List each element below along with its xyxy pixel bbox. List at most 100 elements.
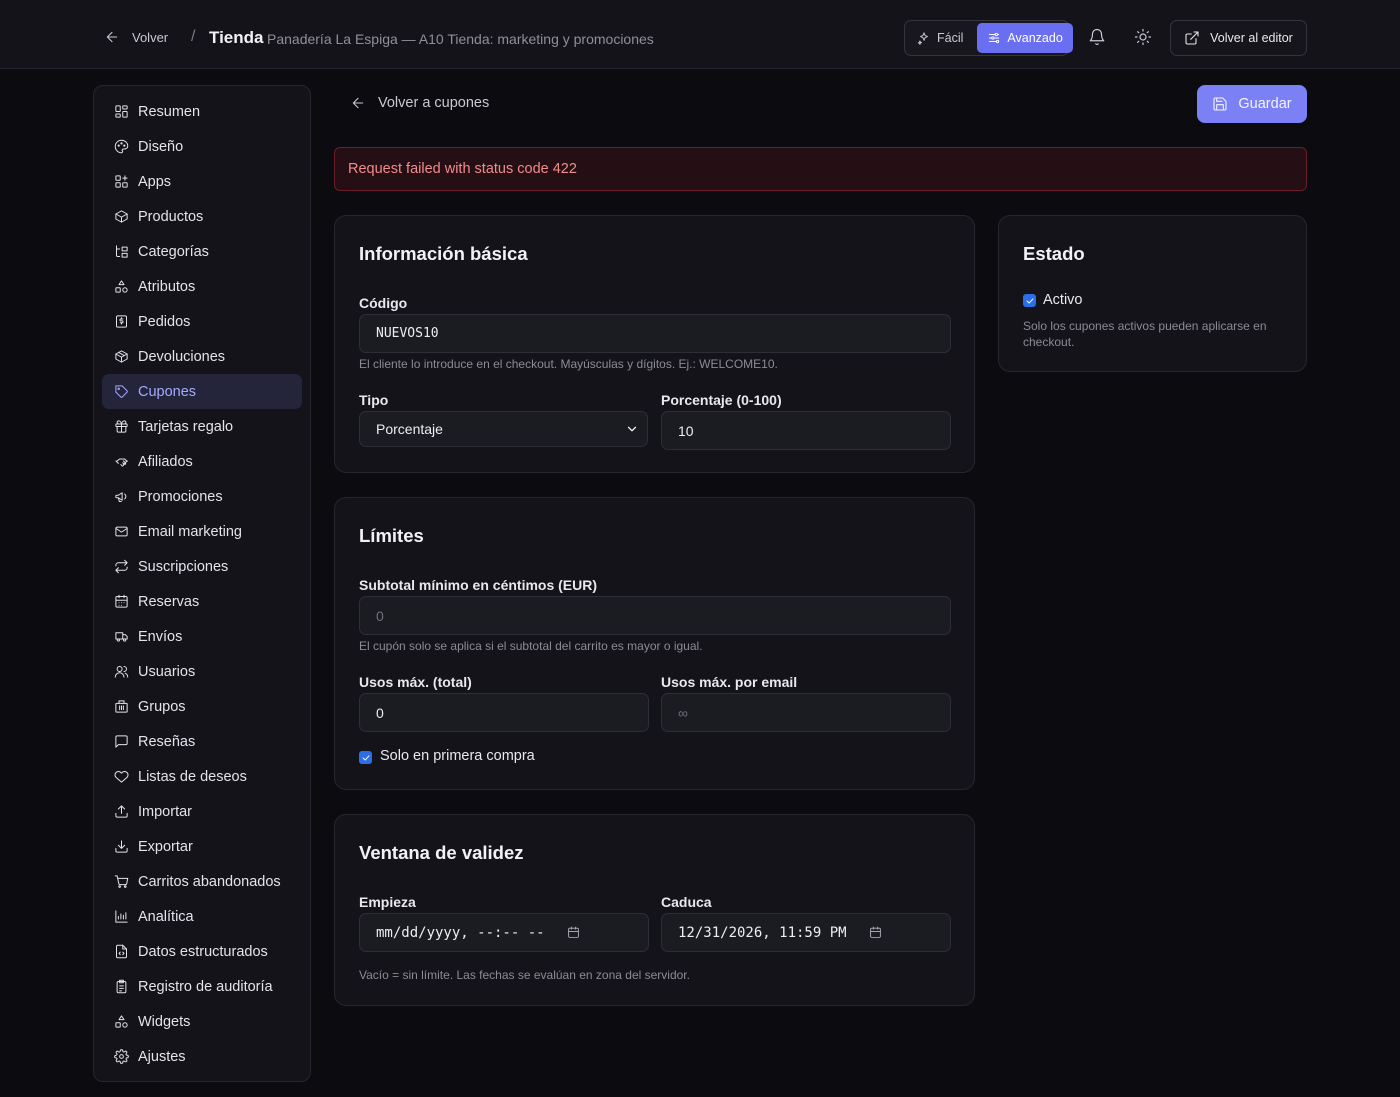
page-subtitle: Panadería La Espiga — A10 Tienda: market…: [267, 31, 654, 47]
first-purchase-label: Solo en primera compra: [380, 748, 535, 764]
sidebar-item-label: Widgets: [138, 1013, 191, 1030]
sidebar-item-label: Ajustes: [138, 1048, 186, 1065]
sidebar-item-promociones[interactable]: Promociones: [102, 479, 302, 514]
notifications-button[interactable]: [1088, 28, 1106, 46]
first-purchase-checkbox[interactable]: [359, 751, 372, 764]
max-uses-email-input[interactable]: [661, 693, 951, 732]
max-uses-email-label: Usos máx. por email: [661, 674, 798, 690]
sidebar-item-widgets[interactable]: Widgets: [102, 1004, 302, 1039]
sidebar-item-label: Envíos: [138, 628, 183, 645]
back-to-editor-label: Volver al editor: [1210, 31, 1293, 45]
start-date-input[interactable]: mm/dd/yyyy, --:-- --: [359, 913, 649, 952]
calendar-icon[interactable]: [869, 926, 882, 939]
code-input[interactable]: [359, 314, 951, 353]
sidebar-item-label: Atributos: [138, 278, 196, 295]
sidebar-item-suscripciones[interactable]: Suscripciones: [102, 549, 302, 584]
tree-icon: [116, 245, 128, 258]
chart-icon: [115, 910, 128, 923]
percent-input[interactable]: [661, 411, 951, 450]
min-subtotal-input[interactable]: [359, 596, 951, 635]
mode-easy-button[interactable]: Fácil: [907, 23, 973, 53]
sidebar-item-label: Suscripciones: [138, 558, 229, 575]
sidebar-item-atributos[interactable]: Atributos: [102, 269, 302, 304]
active-label: Activo: [1043, 292, 1083, 308]
sidebar-item-diseno[interactable]: Diseño: [102, 129, 302, 164]
sidebar-item-usuarios[interactable]: Usuarios: [102, 654, 302, 689]
widgets-icon: [115, 1015, 128, 1028]
tag-icon: [115, 385, 128, 398]
cart-icon: [114, 875, 129, 888]
sidebar-item-label: Afiliados: [138, 453, 193, 470]
mode-advanced-button[interactable]: Avanzado: [977, 23, 1073, 53]
sidebar-item-analitica[interactable]: Analítica: [102, 899, 302, 934]
sidebar-item-registro-de-auditoria[interactable]: Registro de auditoría: [102, 969, 302, 1004]
sidebar-item-categorias[interactable]: Categorías: [102, 234, 302, 269]
code-help: El cliente lo introduce en el checkout. …: [359, 357, 778, 371]
type-label: Tipo: [359, 392, 389, 408]
min-subtotal-label: Subtotal mínimo en céntimos (EUR): [359, 577, 598, 593]
sidebar-item-afiliados[interactable]: Afiliados: [102, 444, 302, 479]
active-checkbox[interactable]: [1023, 294, 1036, 307]
building-icon: [115, 700, 128, 713]
type-select[interactable]: Porcentaje: [359, 411, 648, 447]
gear-icon: [114, 1049, 129, 1064]
sidebar-item-devoluciones[interactable]: Devoluciones: [102, 339, 302, 374]
sidebar-item-apps[interactable]: Apps: [102, 164, 302, 199]
sidebar-item-label: Reseñas: [138, 733, 196, 750]
sidebar-item-tarjetas-regalo[interactable]: Tarjetas regalo: [102, 409, 302, 444]
save-icon: [1213, 97, 1227, 111]
megaphone-icon: [115, 492, 127, 502]
save-button[interactable]: Guardar: [1197, 85, 1307, 123]
back-to-coupons-label: Volver a cupones: [378, 95, 490, 111]
palette-icon: [114, 139, 129, 154]
sidebar-item-productos[interactable]: Productos: [102, 199, 302, 234]
mode-toggle: Fácil Avanzado: [904, 20, 1073, 56]
back-to-coupons-link[interactable]: Volver a cupones: [350, 95, 489, 111]
sun-icon: [1134, 28, 1152, 46]
package-return-icon: [115, 350, 128, 363]
calendar-icon[interactable]: [567, 926, 580, 939]
sidebar-item-label: Categorías: [138, 243, 209, 260]
heart-icon: [114, 770, 129, 783]
sidebar-item-datos-estructurados[interactable]: Datos estructurados: [102, 934, 302, 969]
sidebar-item-label: Resumen: [138, 103, 201, 120]
sidebar-item-cupones[interactable]: Cupones: [102, 374, 302, 409]
sidebar-list: Resumen Diseño Apps Productos Categorías Atri…: [102, 94, 302, 1074]
code-label: Código: [359, 295, 408, 311]
sidebar-item-reservas[interactable]: Reservas: [102, 584, 302, 619]
sidebar-item-label: Carritos abandonados: [138, 873, 281, 890]
sidebar-item-ajustes[interactable]: Ajustes: [102, 1039, 302, 1074]
basic-info-card: Información básica Código El cliente lo …: [334, 215, 975, 473]
sidebar-item-carritos-abandonados[interactable]: Carritos abandonados: [102, 864, 302, 899]
error-banner: Request failed with status code 422: [334, 147, 1307, 191]
sidebar-item-resenas[interactable]: Reseñas: [102, 724, 302, 759]
max-uses-total-input[interactable]: [359, 693, 649, 732]
check-icon: [362, 754, 369, 761]
sidebar-item-envios[interactable]: Envíos: [102, 619, 302, 654]
sidebar-item-exportar[interactable]: Exportar: [102, 829, 302, 864]
mode-advanced-label: Avanzado: [1007, 31, 1063, 45]
type-select-value: Porcentaje: [376, 421, 443, 437]
back-to-editor-button[interactable]: Volver al editor: [1170, 20, 1307, 56]
check-icon: [1026, 297, 1033, 304]
status-title: Estado: [1023, 243, 1085, 264]
arrow-left-icon: [352, 97, 364, 109]
sidebar-item-label: Usuarios: [138, 663, 196, 680]
sidebar-item-label: Pedidos: [138, 313, 191, 330]
sidebar-item-label: Tarjetas regalo: [138, 418, 234, 435]
sidebar-item-email-marketing[interactable]: Email marketing: [102, 514, 302, 549]
repeat-icon: [115, 559, 128, 574]
sidebar-item-listas-de-deseos[interactable]: Listas de deseos: [102, 759, 302, 794]
theme-toggle-button[interactable]: [1134, 28, 1152, 46]
sidebar-item-grupos[interactable]: Grupos: [102, 689, 302, 724]
back-button[interactable]: Volver: [104, 29, 168, 45]
sidebar: Resumen Diseño Apps Productos Categorías Atri…: [93, 85, 311, 1082]
save-label: Guardar: [1238, 96, 1292, 112]
sidebar-item-label: Listas de deseos: [138, 768, 247, 785]
sidebar-item-label: Importar: [138, 803, 192, 820]
end-date-input[interactable]: 12/31/2026, 11:59 PM: [661, 913, 951, 952]
sidebar-item-pedidos[interactable]: Pedidos: [102, 304, 302, 339]
sidebar-item-importar[interactable]: Importar: [102, 794, 302, 829]
clipboard-icon: [116, 979, 127, 994]
sidebar-item-resumen[interactable]: Resumen: [102, 94, 302, 129]
